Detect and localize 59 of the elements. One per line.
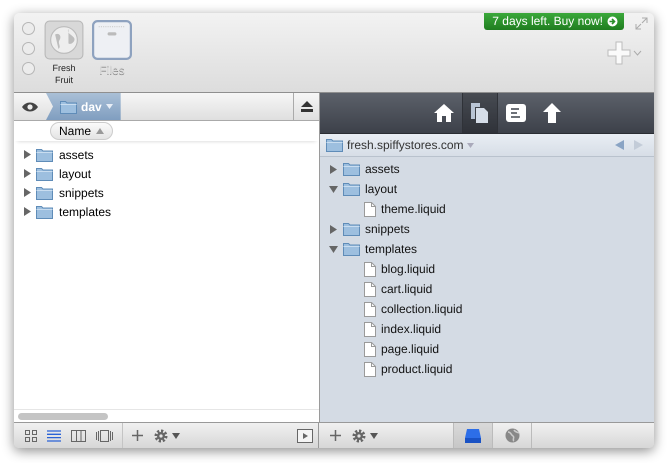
folder-icon	[60, 100, 77, 114]
icon-view-icon	[25, 430, 37, 442]
disclosure-triangle-icon[interactable]	[23, 188, 32, 197]
file-name[interactable]: blog.liquid	[381, 262, 436, 276]
file-icon	[364, 282, 376, 296]
file-name[interactable]: cart.liquid	[381, 282, 432, 296]
disclosure-triangle-icon[interactable]	[329, 164, 338, 174]
folder-icon	[36, 186, 53, 200]
sort-ascending-icon	[96, 128, 104, 134]
disclosure-triangle-icon[interactable]	[329, 184, 338, 194]
folder-icon	[326, 138, 343, 152]
folder-name[interactable]: snippets	[365, 222, 410, 236]
folder-icon	[343, 162, 360, 176]
file-icon	[364, 302, 376, 316]
text-document-icon	[506, 104, 526, 122]
folder-name[interactable]: assets	[59, 148, 94, 162]
disclosure-triangle-icon[interactable]	[23, 207, 32, 216]
column-view-icon	[71, 430, 86, 442]
disclosure-triangle-icon[interactable]	[329, 244, 338, 254]
file-icon	[364, 262, 376, 276]
column-header[interactable]: Name	[50, 122, 114, 140]
home-icon	[434, 104, 454, 122]
folder-name[interactable]: layout	[365, 182, 398, 196]
file-name[interactable]: collection.liquid	[381, 302, 462, 316]
folder-name[interactable]: assets	[365, 162, 400, 176]
documents-icon	[471, 103, 489, 123]
file-icon	[364, 362, 376, 376]
disclosure-triangle-icon[interactable]	[23, 169, 32, 178]
folder-icon	[343, 242, 360, 256]
file-icon	[364, 202, 376, 216]
folder-name[interactable]: snippets	[59, 186, 104, 200]
buy-now-badge[interactable]: 7 days left. Buy now!	[484, 13, 624, 30]
folder-icon	[36, 204, 53, 218]
folder-name[interactable]: templates	[365, 242, 418, 256]
folder-name[interactable]: templates	[59, 204, 112, 218]
folder-icon	[36, 166, 53, 180]
caret-icon	[633, 50, 642, 56]
location-tab[interactable]	[454, 423, 493, 448]
tab[interactable]	[462, 93, 498, 133]
disclosure-triangle-icon[interactable]	[23, 150, 32, 159]
list-view-icon	[47, 430, 61, 442]
file-name[interactable]: product.liquid	[381, 362, 452, 376]
file-icon	[364, 322, 376, 336]
disclosure-triangle-icon[interactable]	[329, 224, 338, 234]
cover-flow-icon	[96, 430, 113, 442]
folder-name[interactable]: layout	[59, 166, 92, 180]
caret-icon	[106, 104, 113, 109]
scrollbar-thumb[interactable]	[18, 412, 108, 420]
folder-icon	[343, 182, 360, 196]
folder-icon	[36, 148, 53, 162]
file-name[interactable]: index.liquid	[381, 322, 442, 336]
folder-icon	[343, 222, 360, 236]
file-name[interactable]: page.liquid	[381, 342, 440, 356]
globe-icon	[504, 428, 520, 443]
up-arrow-icon	[543, 103, 561, 123]
caret-icon	[467, 142, 474, 148]
file-name[interactable]: theme.liquid	[381, 202, 446, 216]
disk-icon	[465, 428, 481, 442]
file-icon	[364, 342, 376, 356]
